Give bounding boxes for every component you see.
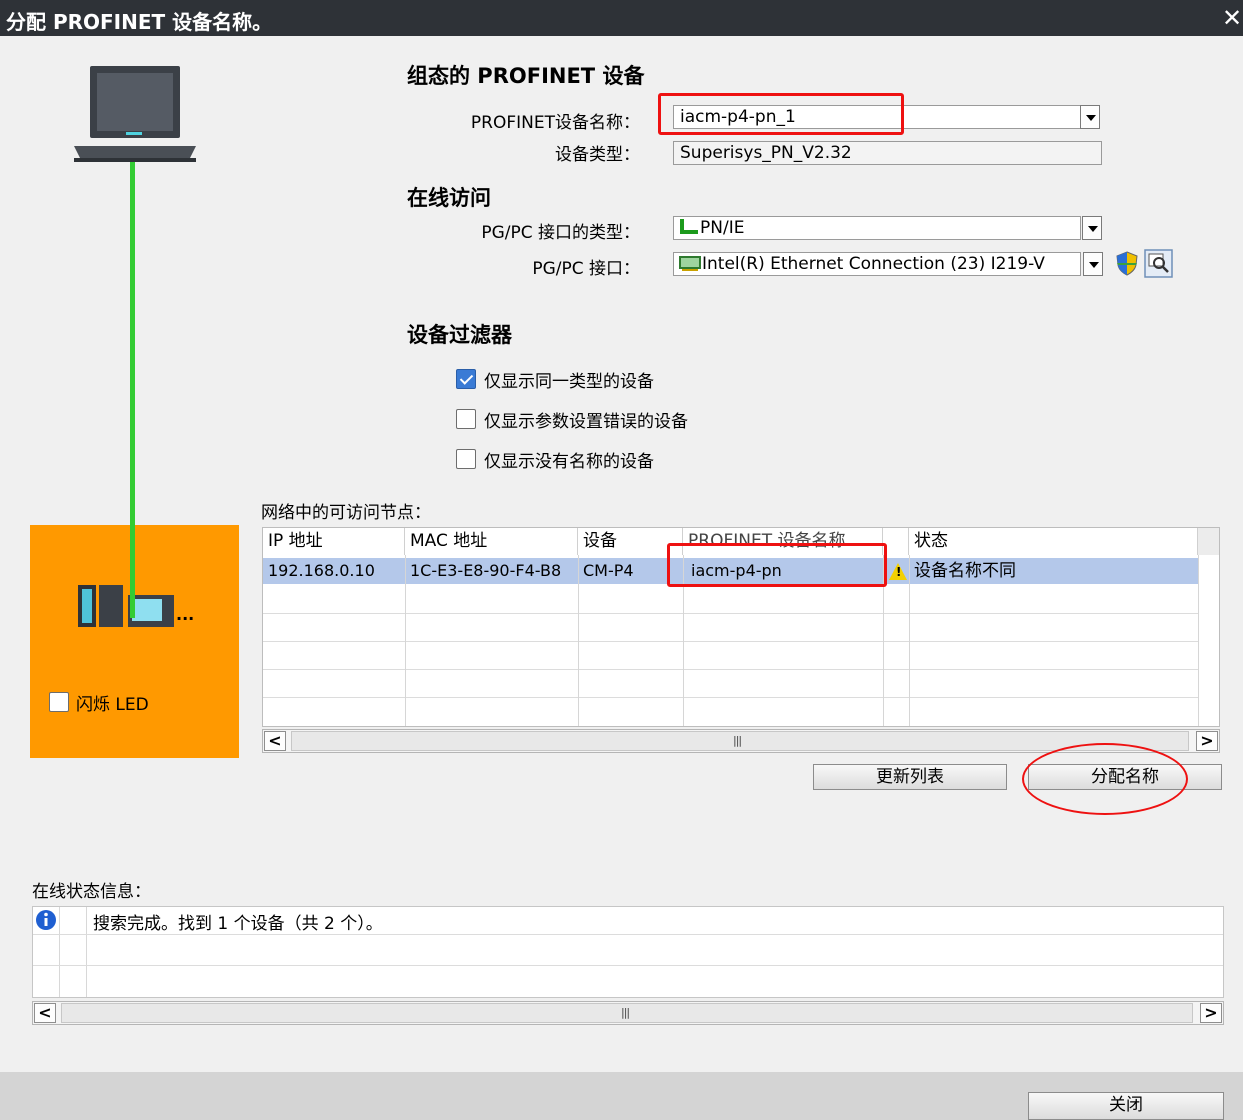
row-divider [263,669,1198,670]
column-header-ip[interactable]: IP 地址 [263,528,405,555]
interface-dropdown-button[interactable] [1083,252,1103,276]
scroll-right-arrow-icon[interactable]: > [1200,1003,1222,1023]
cell-device: CM-P4 [583,561,634,580]
interface-type-label: PG/PC 接口的类型： [481,223,640,243]
column-divider [405,555,406,726]
interface-label: PG/PC 接口： [532,259,640,279]
shield-icon[interactable] [1114,250,1140,276]
scroll-grip: ||| [621,1006,630,1019]
interface-value: Intel(R) Ethernet Connection (23) I219-V [702,254,1045,274]
highlight-profinet-name [667,543,887,587]
interface-select[interactable]: Intel(R) Ethernet Connection (23) I219-V [673,252,1081,276]
interface-type-value: PN/IE [700,218,745,238]
device-type-field: Superisys_PN_V2.32 [673,141,1102,165]
column-header-status[interactable]: 状态 [909,528,1198,555]
online-access-heading: 在线访问 [407,186,491,210]
warning-icon [889,563,907,580]
highlight-assign-name [1022,743,1188,815]
flash-led-checkbox[interactable] [49,692,69,712]
pn-ie-network-icon [680,219,698,234]
filter-same-type-label: 仅显示同一类型的设备 [484,372,654,392]
row-divider [33,934,1223,935]
title-bar: 分配 PROFINET 设备名称。 ✕ [0,0,1243,36]
scroll-left-arrow-icon[interactable]: < [34,1003,56,1023]
device-type-label: 设备类型： [555,145,640,165]
column-header-mac[interactable]: MAC 地址 [405,528,578,555]
row-divider [263,613,1198,614]
row-divider [263,697,1198,698]
close-button[interactable]: 关闭 [1028,1092,1224,1120]
flash-led-label: 闪烁 LED [76,695,149,715]
column-divider [86,907,87,997]
cell-ip: 192.168.0.10 [268,561,375,580]
online-status-label: 在线状态信息： [32,882,151,902]
device-ellipsis: ... [176,605,195,624]
column-divider [909,555,910,726]
column-divider [578,555,579,726]
accessible-nodes-label: 网络中的可访问节点： [261,503,431,523]
header-filler [1198,528,1219,555]
diagnostics-search-icon[interactable] [1144,249,1174,279]
filter-no-name-checkbox[interactable] [456,449,476,469]
row-divider [33,965,1223,966]
device-name-label: PROFINET设备名称： [470,113,640,133]
device-filter-heading: 设备过滤器 [407,323,512,347]
status-scrollbar[interactable]: < ||| > [32,1001,1224,1025]
window-title: 分配 PROFINET 设备名称。 [6,10,273,34]
column-divider [1198,555,1199,726]
scroll-right-arrow-icon[interactable]: > [1196,731,1218,751]
scroll-grip: ||| [733,734,742,747]
filter-param-error-label: 仅显示参数设置错误的设备 [484,412,688,432]
network-card-icon [679,256,701,271]
highlight-device-name [658,93,904,135]
interface-type-dropdown-button[interactable] [1082,216,1102,240]
device-name-dropdown-button[interactable] [1080,105,1100,129]
filter-no-name-label: 仅显示没有名称的设备 [484,452,654,472]
configured-device-heading: 组态的 PROFINET 设备 [407,64,645,88]
interface-type-select[interactable]: PN/IE [673,216,1081,240]
network-link-line [130,520,135,618]
row-divider [263,641,1198,642]
info-icon [36,910,56,930]
status-message-text: 搜索完成。找到 1 个设备（共 2 个）。 [93,914,383,934]
close-icon[interactable]: ✕ [1221,4,1243,32]
filter-param-error-checkbox[interactable] [456,409,476,429]
scroll-left-arrow-icon[interactable]: < [264,731,286,751]
cell-mac: 1C-E3-E8-90-F4-B8 [410,561,562,580]
column-divider [59,907,60,997]
cell-status: 设备名称不同 [914,561,1016,581]
dialog-footer: 关闭 [0,1072,1243,1120]
update-list-button[interactable]: 更新列表 [813,764,1007,790]
filter-same-type-checkbox[interactable] [456,369,476,389]
online-status-list[interactable]: 搜索完成。找到 1 个设备（共 2 个）。 [32,906,1224,998]
